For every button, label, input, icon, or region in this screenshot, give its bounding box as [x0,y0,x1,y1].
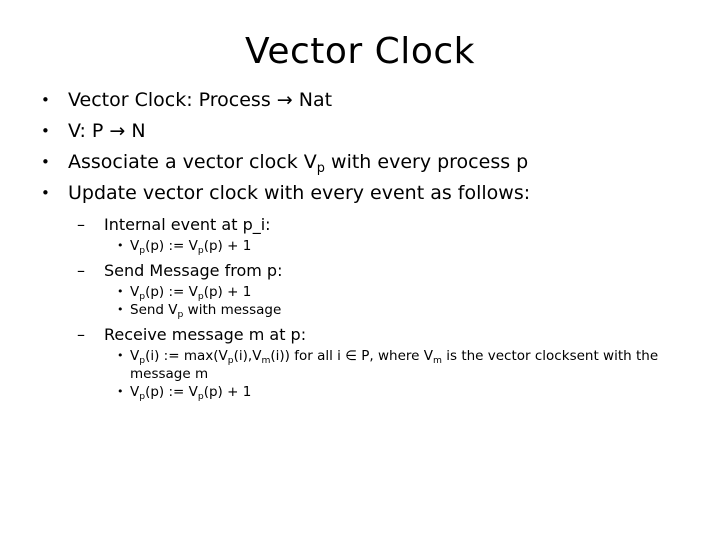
formula-v: V [218,348,228,364]
section-heading-send-message: – Send Message from p: [0,258,720,283]
formula-max-open: max( [183,348,219,364]
section-heading-text: Send Message from p: [104,261,283,280]
formula-assign: := [159,348,184,364]
formula-paren-p: (p) [145,284,165,300]
formula-assign: := [164,284,189,300]
element-of-icon: ∈ [345,348,357,364]
list-item-send-vp-with-message: • Send Vp with message [0,301,720,319]
formula-v: V [130,348,140,364]
formula-paren-p: (p) [203,384,223,400]
formula-in-p: P, where [356,348,424,364]
section-heading-internal-event: – Internal event at p_i: [0,212,720,237]
section-heading-text: Receive message m at p: [104,325,307,344]
bullet-text-pre: Vector Clock: Process [68,89,277,111]
slide-canvas: Vector Clock • Vector Clock: Process → Na… [0,0,720,540]
bullet-dot-icon: • [117,285,124,298]
formula-paren-p: (p) [203,284,223,300]
associate-text-post: with every process p [325,151,529,173]
bullet-dot-icon: • [117,349,124,362]
formula-assign: := [164,384,189,400]
section-heading-receive-message: – Receive message m at p: [0,322,720,347]
formula-paren-i: (i) [145,348,160,364]
bullet-v-p-n-signature: • V: P → N [0,116,720,147]
list-item-assign-vp-internal: • Vp(p) := Vp(p) + 1 [0,237,720,255]
formula-paren-p: (p) [145,384,165,400]
bullet-dot-icon: • [117,239,124,252]
section-heading-text: Internal event at p_i: [104,215,271,234]
bullet-text-post: Nat [292,89,333,111]
formula-for-all: for all i [289,348,346,364]
subscript-m: m [433,354,442,366]
dash-bullet-icon: – [77,215,85,234]
bullet-dot-icon: • [117,385,124,398]
slide-body: • Vector Clock: Process → Nat • V: P → N •… [0,85,720,401]
bullet-dot-icon: • [41,91,50,109]
associate-text-pre: Associate a vector clock V [68,151,317,173]
list-item-assign-vp-receive: • Vp(p) := Vp(p) + 1 [0,383,720,401]
formula-v: V [423,348,434,364]
send-suffix: with message [183,302,282,318]
list-item-assign-vp-send: • Vp(p) := Vp(p) + 1 [0,283,720,301]
bullet-associate-vector-clock: • Associate a vector clock Vp with every … [0,147,720,178]
subscript-p: p [316,161,325,177]
bullet-dot-icon: • [117,303,124,316]
formula-plus-one: + 1 [222,384,252,400]
bullet-dot-icon: • [41,122,50,140]
formula-v: V [168,302,178,318]
dash-bullet-icon: – [77,261,85,280]
update-text: Update vector clock with every event as … [68,182,531,204]
arrow-right-icon: → [109,120,126,142]
page-title: Vector Clock [245,31,475,72]
arrow-right-icon: → [276,89,293,111]
bullet-dot-icon: • [41,184,50,202]
formula-plus-one: + 1 [222,284,252,300]
formula-v: V [188,284,198,300]
dash-bullet-icon: – [77,325,85,344]
bullet-text-post: N [125,120,146,142]
formula-paren-p: (p) [203,238,223,254]
formula-assign: := [164,238,189,254]
bullet-update-vector-clock: • Update vector clock with every event as… [0,178,720,209]
formula-is-vector-clock: is the vector clock [441,348,570,364]
formula-v: V [130,238,140,254]
formula-v: V [130,384,140,400]
bullet-vector-clock-signature: • Vector Clock: Process → Nat [0,85,720,116]
formula-v: V [188,384,198,400]
formula-v: V [130,284,140,300]
formula-plus-one: + 1 [222,238,252,254]
bullet-dot-icon: • [41,153,50,171]
formula-paren-i: (i) [233,348,248,364]
formula-v: V [188,238,198,254]
bullet-text-pre: V: P [68,120,110,142]
list-item-max-rule: • Vp(i) := max(Vp(i),Vm(i)) for all i ∈ … [0,347,720,383]
send-prefix: Send [130,302,169,318]
formula-paren-i: (i) [270,348,285,364]
formula-paren-p: (p) [145,238,165,254]
